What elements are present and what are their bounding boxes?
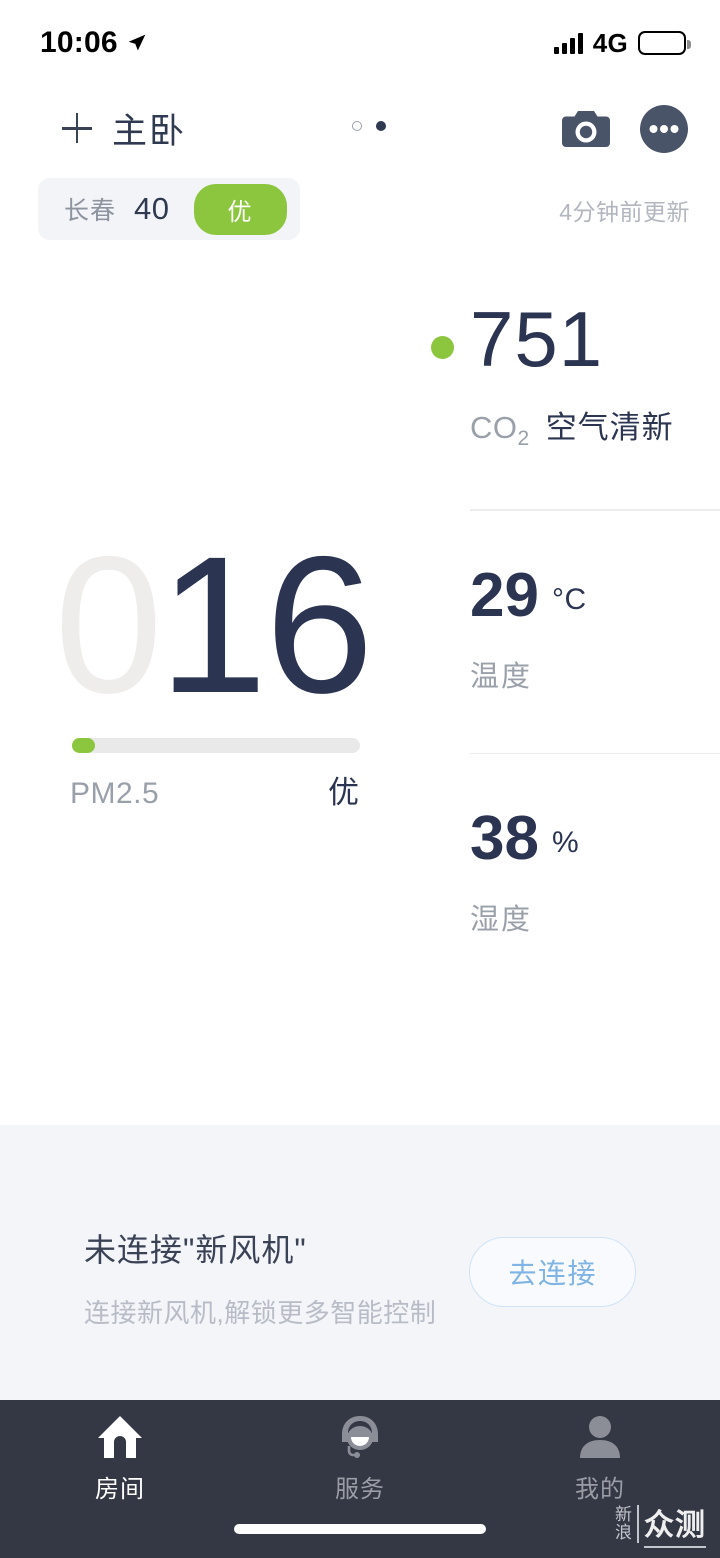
status-bar-left: 10:06 <box>40 26 147 60</box>
watermark-line-1: 新 <box>615 1505 632 1524</box>
tab-services-label: 服务 <box>335 1476 385 1503</box>
connect-card-title: 未连接"新风机" <box>84 1232 307 1268</box>
pm25-progress-fill <box>72 737 96 753</box>
temperature-metric[interactable]: 29 °C 温度 <box>470 511 720 695</box>
co2-status-dot <box>431 336 454 359</box>
page-header: 主卧 <box>0 95 720 161</box>
more-circle-icon <box>640 105 688 153</box>
pm25-grade: 优 <box>328 774 360 810</box>
aqi-row: 长春 40 优 4分钟前更新 <box>0 178 720 242</box>
connect-button[interactable]: 去连接 <box>469 1237 636 1307</box>
watermark: 新 浪 众测 <box>615 1500 706 1548</box>
tab-profile[interactable]: 我的 <box>480 1400 720 1504</box>
watermark-divider <box>637 1505 639 1543</box>
headset-icon <box>342 1416 378 1458</box>
person-icon <box>580 1416 620 1458</box>
humidity-value: 38 <box>470 804 539 874</box>
more-button[interactable] <box>638 103 690 155</box>
aqi-value: 40 <box>134 191 170 226</box>
battery-icon <box>638 31 691 55</box>
home-icon <box>98 1416 142 1458</box>
connect-card-text: 未连接"新风机" 连接新风机,解锁更多智能控制 <box>84 1225 436 1330</box>
watermark-zhongce: 众测 <box>644 1500 706 1548</box>
update-status: 4分钟前更新 <box>559 199 690 225</box>
pm25-footer: PM2.5 优 <box>70 767 360 812</box>
status-bar: 10:06 4G <box>0 0 720 86</box>
humidity-value-row: 38 % <box>470 808 720 870</box>
humidity-label: 湿度 <box>470 904 533 937</box>
connect-card-subtitle: 连接新风机,解锁更多智能控制 <box>84 1298 437 1328</box>
tab-rooms-label: 房间 <box>95 1476 145 1503</box>
co2-value-row: 751 <box>431 295 720 383</box>
main-panel: 0 16 PM2.5 优 751 CO2 空气清新 29 °C 温度 38 % … <box>0 250 720 1125</box>
watermark-sina: 新 浪 <box>615 1506 632 1542</box>
humidity-unit: % <box>551 826 580 860</box>
header-actions <box>560 103 690 155</box>
pm25-value: 16 <box>158 516 374 734</box>
app-root: 10:06 4G 主卧 长春 40 优 4分钟前更新 0 16 PM2.5 优 … <box>0 0 720 1558</box>
plus-icon[interactable] <box>62 113 92 143</box>
status-time: 10:06 <box>40 26 118 59</box>
aqi-pill[interactable]: 长春 40 优 <box>38 178 300 240</box>
connect-device-card: 未连接"新风机" 连接新风机,解锁更多智能控制 去连接 <box>0 1125 720 1400</box>
temperature-value: 29 <box>470 560 539 630</box>
aqi-badge: 优 <box>193 183 287 235</box>
co2-metric[interactable]: 751 CO2 空气清新 <box>431 250 720 451</box>
page-dot-1[interactable] <box>352 121 362 131</box>
page-dot-2[interactable] <box>376 121 386 131</box>
page-title[interactable]: 主卧 <box>112 103 186 154</box>
aqi-city: 长春 <box>64 197 117 225</box>
temperature-label: 温度 <box>470 660 533 693</box>
temperature-value-row: 29 °C <box>470 560 720 630</box>
co2-label: CO2 <box>470 410 530 451</box>
co2-value: 751 <box>470 295 604 383</box>
co2-sublabels: CO2 空气清新 <box>470 402 720 451</box>
pm25-label: PM2.5 <box>70 776 160 810</box>
metrics-column: 751 CO2 空气清新 29 °C 温度 38 % 湿度 <box>431 250 720 938</box>
header-room-group[interactable]: 主卧 <box>62 103 186 154</box>
temperature-unit: °C <box>551 582 587 616</box>
pm25-progress-bar <box>72 737 360 753</box>
home-indicator[interactable] <box>234 1524 486 1534</box>
watermark-line-2: 浪 <box>615 1523 632 1542</box>
pm25-leading-zero: 0 <box>54 516 162 734</box>
humidity-metric[interactable]: 38 % 湿度 <box>470 754 720 938</box>
pm25-block[interactable]: 0 16 PM2.5 优 <box>0 516 420 812</box>
page-indicator-dots <box>352 121 386 131</box>
tab-list: 房间 服务 我的 <box>0 1400 720 1504</box>
camera-icon <box>562 111 610 147</box>
bottom-tab-bar: 房间 服务 我的 新 浪 众测 <box>0 1400 720 1558</box>
tab-services[interactable]: 服务 <box>240 1400 480 1504</box>
network-type: 4G <box>592 27 628 58</box>
camera-button[interactable] <box>560 103 612 155</box>
status-bar-right: 4G <box>553 27 691 59</box>
tab-rooms[interactable]: 房间 <box>0 1400 240 1504</box>
co2-status-text: 空气清新 <box>545 410 674 446</box>
signal-strength-icon <box>553 32 583 54</box>
pm25-digits: 0 16 <box>0 516 420 734</box>
tab-profile-label: 我的 <box>575 1476 625 1503</box>
location-arrow-icon <box>128 34 146 51</box>
